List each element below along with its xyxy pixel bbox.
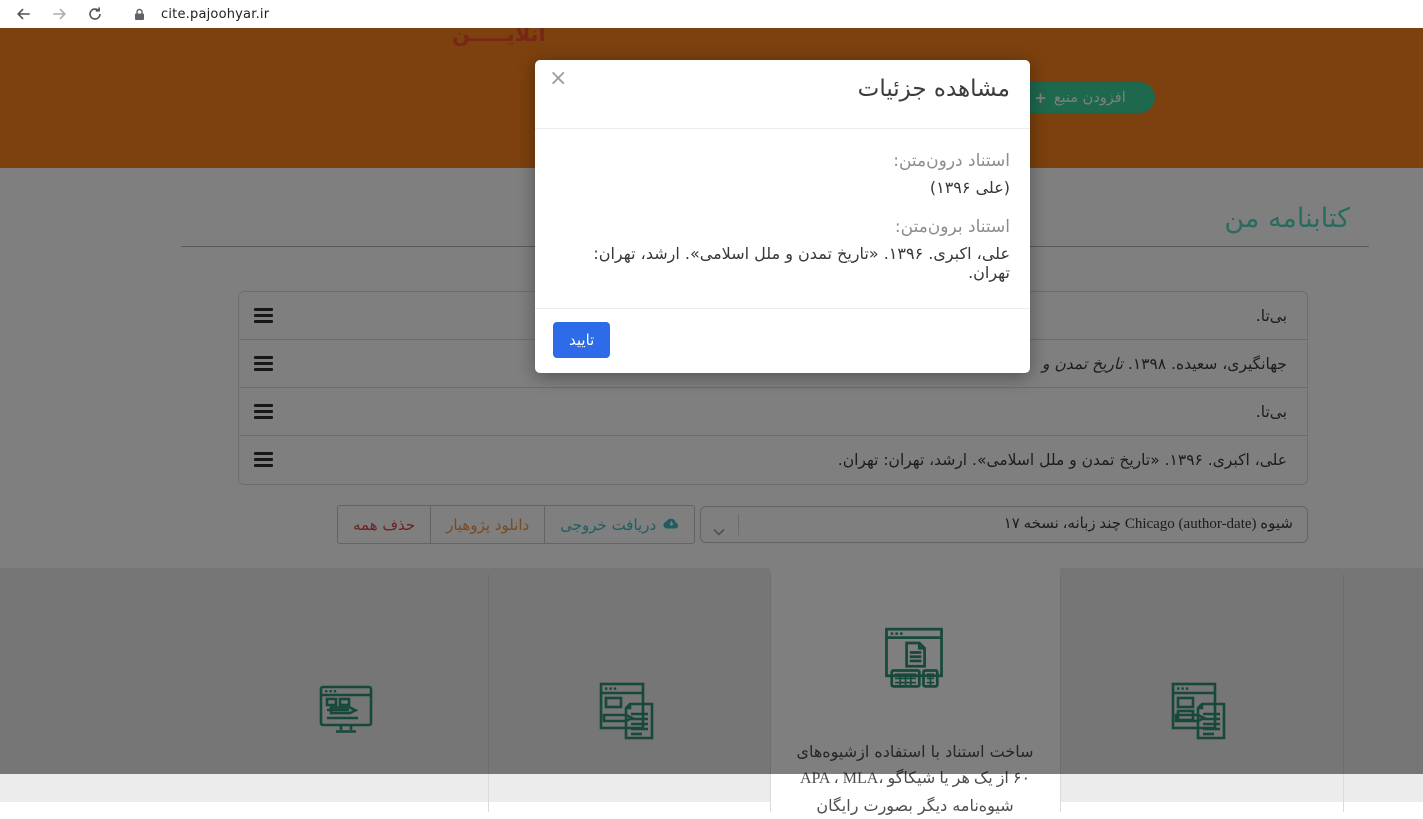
details-modal: مشاهده جزئیات × استناد درون‌متن: (علی ۱۳… [535, 60, 1030, 373]
bibliography-citation-label: استناد برون‌متن: [555, 217, 1010, 237]
modal-body: استناد درون‌متن: (علی ۱۳۹۶) استناد برون‌… [535, 129, 1030, 308]
modal-footer: تایید [535, 308, 1030, 373]
url-bar[interactable]: cite.pajoohyar.ir [161, 7, 269, 22]
confirm-button[interactable]: تایید [553, 322, 610, 358]
close-icon[interactable]: × [549, 66, 567, 92]
back-icon[interactable] [12, 3, 34, 25]
modal-title: مشاهده جزئیات [858, 76, 1010, 102]
forward-icon[interactable] [48, 3, 70, 25]
in-text-citation-label: استناد درون‌متن: [555, 151, 1010, 171]
browser-chrome: cite.pajoohyar.ir [0, 0, 1423, 28]
modal-header: مشاهده جزئیات × [535, 60, 1030, 129]
feature-line-3: شیوه‌نامه دیگر بصورت رایگان [775, 792, 1055, 819]
bibliography-citation-value: علی، اکبری. ۱۳۹۶. «تاریخ تمدن و ملل اسلا… [555, 244, 1010, 282]
https-lock-icon[interactable] [134, 8, 145, 21]
refresh-icon[interactable] [84, 3, 106, 25]
in-text-citation-value: (علی ۱۳۹۶) [555, 178, 1010, 197]
